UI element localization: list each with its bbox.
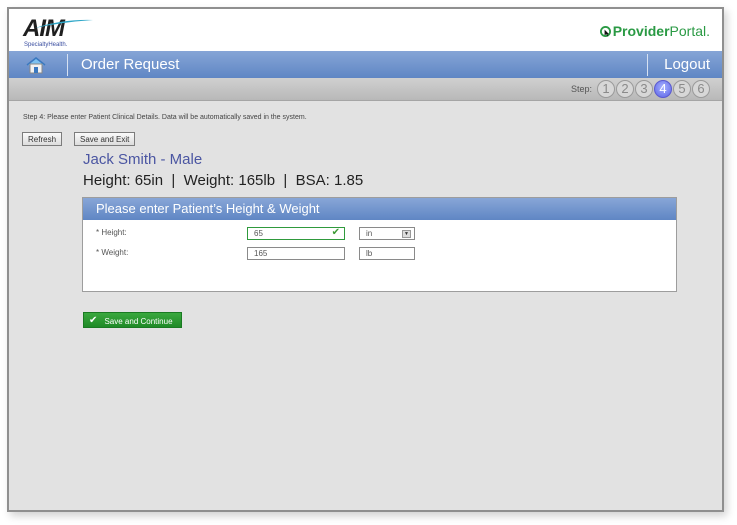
- instruction-text: Step 4: Please enter Patient Clinical De…: [23, 114, 307, 121]
- weight-unit-value: lb: [366, 249, 373, 258]
- weight-label: * Weight:: [96, 248, 129, 257]
- portal-cursor-icon: [599, 26, 611, 37]
- height-unit-select[interactable]: in ▼: [359, 227, 415, 240]
- nav-divider: [647, 54, 648, 76]
- height-unit-value: in: [366, 229, 373, 238]
- chevron-down-icon: ▼: [402, 230, 411, 238]
- panel-title: Please enter Patient’s Height & Weight: [83, 198, 676, 220]
- portal-thin: Portal.: [669, 23, 710, 39]
- step-4-current[interactable]: 4: [654, 80, 672, 98]
- height-label: * Height:: [96, 228, 127, 237]
- logo-swoosh-icon: [35, 19, 93, 28]
- header: AIM SpecialtyHealth. ProviderPortal.: [9, 9, 722, 51]
- save-continue-button[interactable]: ✔ Save and Continue: [83, 312, 182, 328]
- step-label: Step:: [570, 84, 592, 94]
- weight-value: 165: [254, 249, 268, 258]
- provider-portal-logo: ProviderPortal.: [599, 23, 710, 39]
- logo-sub: SpecialtyHealth.: [24, 42, 68, 48]
- height-weight-panel: Please enter Patient’s Height & Weight *…: [82, 197, 677, 292]
- nav-divider: [67, 54, 68, 76]
- step-indicator: Step: 1 2 3 4 5 6: [571, 80, 710, 98]
- step-6[interactable]: 6: [692, 80, 710, 98]
- app-window: AIM SpecialtyHealth. ProviderPortal. Ord…: [7, 7, 724, 512]
- nav-bar: Order Request Logout: [9, 51, 722, 78]
- valid-check-icon: ✔: [331, 227, 340, 238]
- check-icon: ✔: [89, 315, 98, 326]
- height-value: 65: [254, 229, 263, 238]
- refresh-button[interactable]: Refresh: [22, 132, 63, 146]
- step-5[interactable]: 5: [673, 80, 691, 98]
- portal-bold: Provider: [612, 23, 670, 39]
- save-continue-label: Save and Continue: [104, 317, 173, 326]
- logout-link[interactable]: Logout: [664, 56, 710, 73]
- save-exit-button[interactable]: Save and Exit: [74, 132, 136, 146]
- patient-name: Jack Smith - Male: [83, 151, 203, 168]
- weight-input[interactable]: 165: [247, 247, 345, 260]
- aim-logo: AIM SpecialtyHealth.: [23, 16, 93, 48]
- page-title: Order Request: [81, 56, 180, 73]
- step-2[interactable]: 2: [616, 80, 634, 98]
- home-icon: [26, 57, 46, 74]
- step-3[interactable]: 3: [635, 80, 653, 98]
- home-button[interactable]: [17, 55, 57, 75]
- weight-unit-field: lb: [359, 247, 415, 260]
- step-1[interactable]: 1: [597, 80, 615, 98]
- patient-stats: Height: 65in | Weight: 165lb | BSA: 1.85: [83, 172, 364, 189]
- step-bar: Step: 1 2 3 4 5 6: [9, 78, 722, 101]
- height-input[interactable]: 65 ✔: [247, 227, 345, 240]
